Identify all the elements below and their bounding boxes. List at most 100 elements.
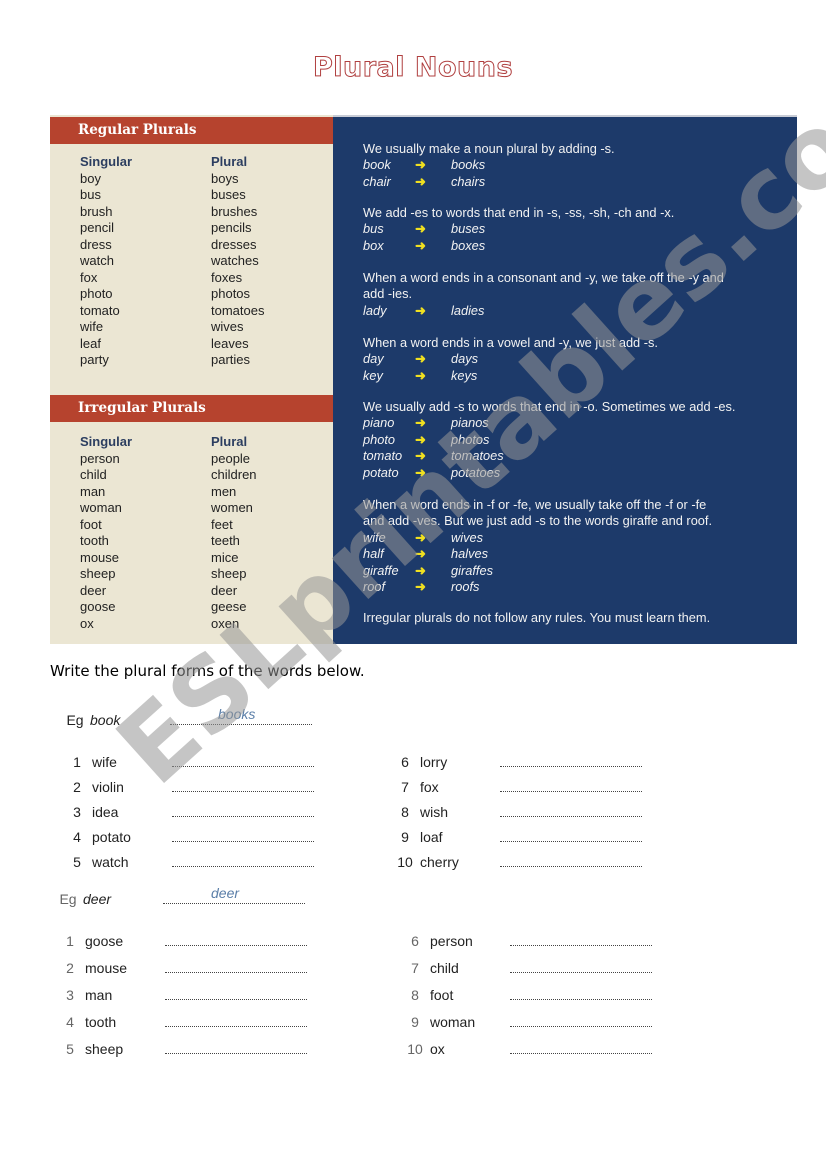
arrow-right-icon: ➜: [415, 579, 426, 595]
item-number: 6: [401, 754, 409, 770]
singular-word: child: [80, 467, 107, 482]
plural-word: leaves: [211, 335, 249, 351]
rule-text: We add -es to words that end in -s, -ss,…: [363, 205, 675, 220]
example-plural: halves: [451, 546, 488, 562]
singular-word: deer: [80, 582, 107, 598]
rule-example: giraffe ➜ giraffes: [363, 563, 783, 579]
singular-word: bus: [80, 187, 101, 202]
singular-word: wife: [80, 319, 104, 334]
example-label: Eg: [59, 891, 77, 907]
answer-blank[interactable]: [165, 1016, 307, 1027]
answer-blank[interactable]: [500, 856, 642, 867]
item-word: man: [85, 987, 113, 1003]
answer-blank[interactable]: [172, 831, 314, 842]
regular-singular-column: Singular boy bus brush pencil dress watch fox p…: [80, 154, 210, 369]
singular-word: tooth: [80, 533, 109, 548]
plural-tables-panel: Regular Plurals Singular boy bus brush penc…: [50, 115, 333, 644]
arrow-right-icon: ➜: [415, 546, 426, 562]
answer-blank[interactable]: [500, 831, 642, 842]
answer-blank[interactable]: [165, 1043, 307, 1054]
arrow-right-icon: ➜: [415, 448, 426, 464]
example-plural: books: [451, 157, 486, 173]
answer-blank[interactable]: [165, 989, 307, 1000]
example-singular: day: [363, 351, 384, 367]
answer-blank[interactable]: [510, 1043, 652, 1054]
column-header: Singular: [80, 434, 133, 449]
exercise-row: 3 man: [55, 987, 307, 1003]
answer-blank[interactable]: [172, 756, 314, 767]
plural-word: geese: [211, 599, 247, 614]
plural-word: brushes: [211, 203, 258, 219]
exercise-row: 4 tooth: [55, 1014, 307, 1030]
answer-blank[interactable]: [510, 962, 652, 973]
item-word: loaf: [420, 829, 443, 845]
item-number: 10: [397, 854, 413, 870]
arrow-right-icon: ➜: [415, 173, 426, 189]
item-number: 9: [411, 1014, 419, 1030]
arrow-right-icon: ➜: [415, 431, 426, 447]
irregular-plurals-heading: Irregular Plurals: [50, 395, 333, 422]
item-word: deer: [83, 891, 112, 907]
rule-text: and add -ves. But we just add -s to the …: [363, 513, 713, 529]
singular-word: ox: [80, 615, 94, 631]
example-singular: box: [363, 237, 384, 253]
answer-blank[interactable]: [172, 856, 314, 867]
singular-word: foot: [80, 516, 102, 532]
rule-text: When a word ends in -f or -fe, we usuall…: [363, 497, 707, 512]
exercise-row: 7 fox: [390, 779, 642, 795]
item-word: foot: [430, 987, 454, 1003]
singular-word: woman: [80, 500, 122, 515]
exercise-row: 7 child: [400, 960, 652, 976]
exercise-row: 3 idea: [62, 804, 314, 820]
arrow-right-icon: ➜: [415, 367, 426, 383]
item-number: 7: [411, 960, 419, 976]
exercise-instruction: Write the plural forms of the words belo…: [50, 662, 365, 680]
exercise-row: 6 person: [400, 933, 652, 949]
arrow-right-icon: ➜: [415, 562, 426, 578]
answer-blank[interactable]: [510, 935, 652, 946]
item-number: 4: [73, 829, 81, 845]
rule-block: We usually add -s to words that end in -…: [363, 399, 783, 481]
arrow-right-icon: ➜: [415, 237, 426, 253]
item-word: ox: [430, 1041, 445, 1057]
answer-blank[interactable]: [510, 1016, 652, 1027]
example-singular: roof: [363, 579, 386, 595]
divider: [333, 115, 797, 117]
rule-block: We add -es to words that end in -s, -ss,…: [363, 205, 783, 254]
answer-blank[interactable]: [500, 781, 642, 792]
example-label: Eg: [66, 712, 84, 728]
answer-blank[interactable]: [172, 781, 314, 792]
example-singular: key: [363, 367, 383, 383]
arrow-right-icon: ➜: [415, 415, 426, 431]
singular-word: person: [80, 450, 120, 466]
plural-word: men: [211, 483, 237, 499]
example-plural: potatoes: [451, 464, 501, 480]
item-word: wish: [420, 804, 449, 820]
answer-blank[interactable]: [510, 989, 652, 1000]
rule-text: We usually add -s to words that end in -…: [363, 399, 736, 414]
example-plural: buses: [451, 221, 486, 237]
exercise-row: 2 mouse: [55, 960, 307, 976]
singular-word: leaf: [80, 335, 101, 351]
arrow-right-icon: ➜: [415, 221, 426, 237]
rule-example: key ➜ keys: [363, 368, 783, 384]
item-number: 7: [401, 779, 409, 795]
item-number: 1: [66, 933, 74, 949]
answer-blank[interactable]: [165, 962, 307, 973]
answer-blank[interactable]: [500, 756, 642, 767]
answer-blank[interactable]: books: [170, 706, 312, 725]
answer-blank[interactable]: [500, 806, 642, 817]
rule-block: Irregular plurals do not follow any rule…: [363, 610, 783, 626]
exercise-row: 10 ox: [400, 1041, 652, 1057]
answer-blank[interactable]: [165, 935, 307, 946]
answer-blank[interactable]: [172, 806, 314, 817]
example-plural: pianos: [451, 415, 489, 431]
item-word: violin: [92, 779, 124, 795]
item-word: lorry: [420, 754, 448, 770]
rule-example: book ➜ books: [363, 157, 783, 173]
answer-blank[interactable]: deer: [163, 885, 305, 904]
exercise-row: 1 goose: [55, 933, 307, 949]
example-answer: deer: [211, 885, 240, 901]
plural-rules-panel: We usually make a noun plural by adding …: [333, 115, 797, 644]
plural-word: tomatoes: [211, 302, 265, 318]
